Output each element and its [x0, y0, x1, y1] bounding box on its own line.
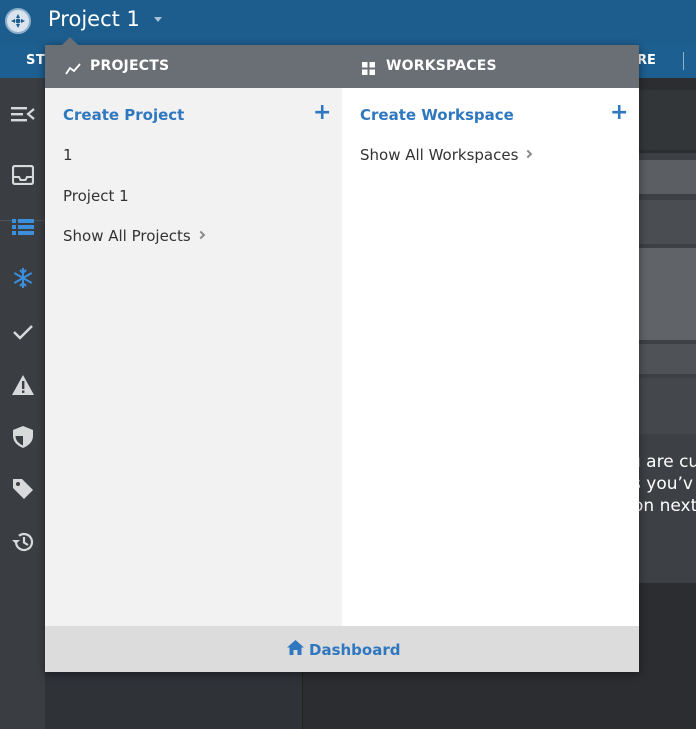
shield-icon[interactable] [9, 423, 37, 451]
collapse-menu-icon[interactable] [9, 100, 37, 128]
create-project-link[interactable]: Create Project [63, 106, 184, 124]
warning-icon[interactable] [9, 371, 37, 399]
inbox-icon[interactable] [9, 161, 37, 189]
tag-icon[interactable] [9, 475, 37, 503]
projects-heading: PROJECTS [90, 58, 170, 74]
project-list-item[interactable]: 1 [63, 146, 73, 164]
workspaces-heading: WORKSPACES [386, 58, 497, 74]
dropdown-footer: Dashboard [45, 626, 639, 672]
dashboard-link[interactable]: Dashboard [287, 640, 400, 659]
project-switcher-dropdown: PROJECTS WORKSPACES Create Project + 1 P… [45, 45, 639, 672]
add-workspace-plus-icon[interactable]: + [610, 102, 628, 124]
dropdown-header: PROJECTS WORKSPACES [45, 45, 639, 88]
project-list-item[interactable]: Project 1 [63, 187, 129, 205]
dashboard-label: Dashboard [309, 640, 401, 659]
home-icon [287, 640, 304, 659]
icon-rail [0, 78, 45, 729]
nav-divider [683, 52, 684, 70]
history-icon[interactable] [9, 528, 37, 556]
dropdown-pointer [62, 37, 78, 45]
workspaces-column [342, 88, 639, 626]
content-text-line: u are cu [630, 452, 696, 472]
app-logo-icon[interactable] [5, 8, 31, 34]
top-bar: Project 1 [0, 0, 696, 45]
chevron-down-icon[interactable] [154, 17, 162, 22]
show-all-workspaces-link[interactable]: Show All Workspaces [360, 146, 518, 164]
project-selector-title[interactable]: Project 1 [48, 7, 140, 31]
content-text-line: s you’v [632, 474, 693, 494]
content-text-line: on next [633, 496, 696, 516]
grid-icon [362, 60, 375, 79]
projects-column [45, 88, 342, 626]
nav-tab-right[interactable]: RE [637, 53, 656, 68]
list-icon[interactable] [9, 213, 37, 241]
trend-line-icon [65, 60, 81, 79]
create-workspace-link[interactable]: Create Workspace [360, 106, 514, 124]
add-project-plus-icon[interactable]: + [313, 102, 331, 124]
show-all-projects-link[interactable]: Show All Projects [63, 227, 191, 245]
check-icon[interactable] [9, 318, 37, 346]
snowflake-icon[interactable] [9, 264, 37, 292]
